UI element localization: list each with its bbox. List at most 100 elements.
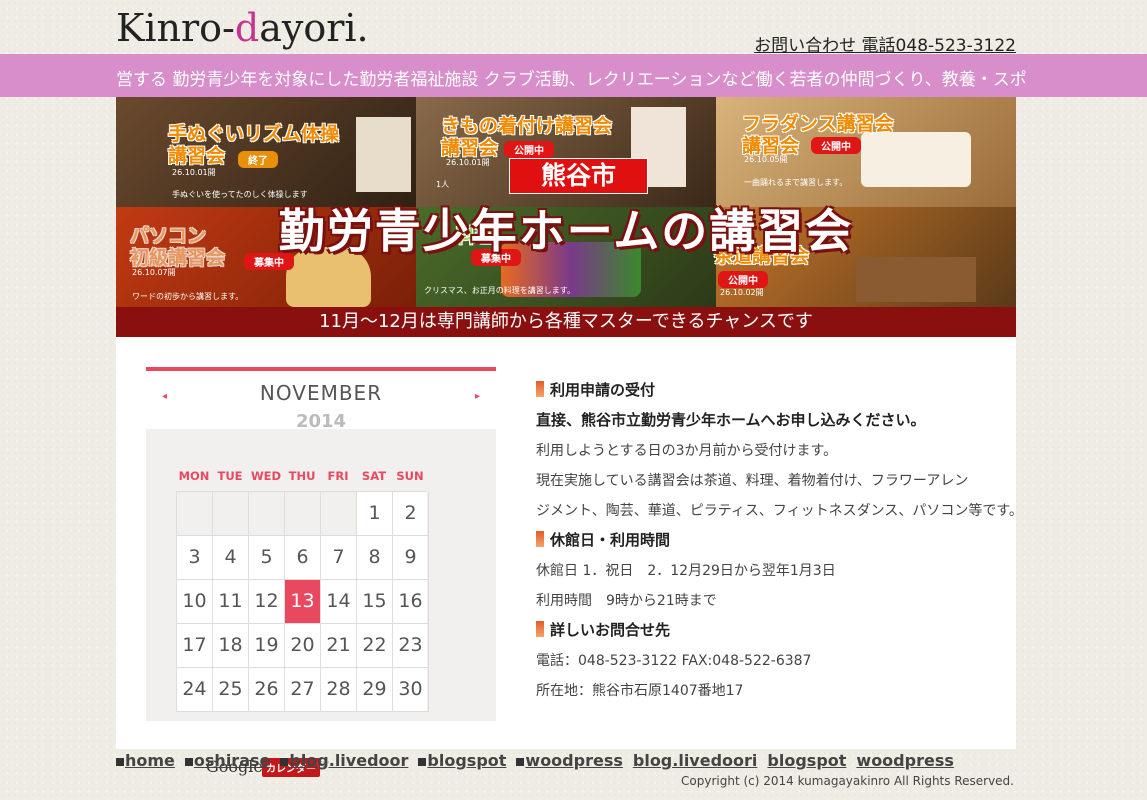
- nav-link-blog-livedoor[interactable]: blog.livedoor: [280, 751, 408, 770]
- status-badge: 公開中: [811, 137, 861, 154]
- info-text: 現在実施している講習会は茶道、料理、着物着付け、フラワーアレン: [536, 473, 969, 489]
- nav-link-label: oshirase: [193, 751, 271, 770]
- calendar-day-cell[interactable]: 28: [321, 668, 357, 712]
- contact-phone-link[interactable]: お問い合わせ 電話048-523-3122: [754, 31, 1016, 56]
- info-text: 利用しようとする日の3か月前から受付けます。: [536, 443, 838, 459]
- info-text: 直接、熊谷市立勤労青少年ホームへお申し込みください。: [536, 411, 926, 429]
- logo-text-accent: d: [234, 6, 260, 50]
- calendar-day-cell[interactable]: 19: [249, 624, 285, 668]
- weekday-label: SAT: [361, 469, 387, 483]
- marquee-text: 営する 勤労青少年を対象にした勤労者福祉施設 クラブ活動、レクリエーションなど働…: [116, 70, 1027, 90]
- logo-text-1: Kinro-: [116, 6, 235, 50]
- photo-hula: [861, 132, 971, 187]
- info-text: 利用時間 9時から21時まで: [536, 593, 717, 609]
- weekday-label: TUE: [217, 469, 243, 483]
- marquee-bar: 営する 勤労青少年を対象にした勤労者福祉施設 クラブ活動、レクリエーションなど働…: [0, 54, 1147, 97]
- weekday-label: THU: [288, 469, 316, 483]
- weekday-row: MON TUE WED THU FRI SAT SUN: [176, 469, 428, 485]
- calendar-day-cell[interactable]: 6: [285, 536, 321, 580]
- info-text: 休館日 1．祝日 2．12月29日から翌年1月3日: [536, 563, 836, 579]
- site-logo[interactable]: Kinro-dayori.: [116, 6, 369, 50]
- banner-panel-title: フラダンス講習会: [742, 113, 894, 135]
- main-content: ◂ NOVEMBER ▸ 2014 MON TUE WED THU FRI SA…: [116, 337, 1023, 777]
- calendar-day-cell[interactable]: 5: [249, 536, 285, 580]
- calendar-day-cell[interactable]: 17: [177, 624, 213, 668]
- calendar-day-cell[interactable]: 16: [393, 580, 429, 624]
- footer-nav: home oshirase blog.livedoor blogspot woodpre…: [116, 751, 964, 770]
- next-month-icon[interactable]: ▸: [475, 391, 480, 402]
- banner-note: 一曲踊れるまで講習します。: [744, 178, 848, 187]
- nav-link-label: home: [125, 751, 175, 770]
- calendar-day-cell[interactable]: 3: [177, 536, 213, 580]
- banner-panel-title: 講習会: [168, 145, 226, 167]
- banner-note: 1人: [436, 180, 450, 189]
- calendar-year: 2014: [295, 411, 347, 432]
- tea-room-image: [856, 257, 976, 302]
- hero-banner[interactable]: 手ぬぐいリズム体操 講習会 終了 26.10.01開 手ぬぐいを使ってたのしく体…: [116, 97, 1016, 337]
- copyright: Copyright (c) 2014 kumagayakinro All Rig…: [681, 774, 1014, 788]
- calendar-day-cell[interactable]: 24: [177, 668, 213, 712]
- nav-link-blog-livedoori[interactable]: blog.livedoori: [633, 751, 758, 770]
- photo-instructor: [356, 117, 411, 192]
- nav-link-label: blogspot: [767, 751, 847, 770]
- nav-link-label: blog.livedoori: [632, 751, 758, 770]
- info-text: 電話：048-523-3122 FAX:048-522-6387: [536, 653, 812, 669]
- banner-panel-title: きもの着付け講習会: [441, 115, 613, 137]
- bullet-square-icon: [184, 757, 193, 766]
- banner-note: ワードの初歩から講習します。: [132, 292, 244, 301]
- calendar-day-cell[interactable]: 1: [357, 492, 393, 536]
- calendar-day-cell[interactable]: 25: [213, 668, 249, 712]
- calendar-day-cell[interactable]: 15: [357, 580, 393, 624]
- calendar-today-cell[interactable]: 13: [285, 580, 321, 624]
- nav-link-label: woodpress: [856, 751, 954, 770]
- status-badge: 終了: [238, 151, 278, 168]
- calendar-day-cell[interactable]: 23: [393, 624, 429, 668]
- nav-link-blogspot[interactable]: blogspot: [418, 751, 506, 770]
- calendar-day-cell[interactable]: 29: [357, 668, 393, 712]
- nav-link-blogspot[interactable]: blogspot: [767, 751, 846, 770]
- calendar-grid: 1 2 3 4 5 6 7 8 9 10 11 12 13 14 15 16 17 18 19 20 21 22 23 24 2…: [176, 491, 429, 712]
- calendar-day-cell[interactable]: 4: [213, 536, 249, 580]
- calendar-day-cell[interactable]: 26: [249, 668, 285, 712]
- nav-link-woodpress[interactable]: woodpress: [856, 751, 953, 770]
- calendar-empty-cell: [285, 492, 321, 536]
- calendar-day-cell[interactable]: 27: [285, 668, 321, 712]
- weekday-label: WED: [250, 469, 282, 483]
- banner-panel-title: 講習会: [441, 137, 499, 159]
- calendar-day-cell[interactable]: 8: [357, 536, 393, 580]
- weekday-label: SUN: [396, 469, 424, 483]
- calendar-empty-cell: [177, 492, 213, 536]
- calendar-day-cell[interactable]: 18: [213, 624, 249, 668]
- calendar-day-cell[interactable]: 14: [321, 580, 357, 624]
- banner-date: 26.10.05開: [744, 155, 788, 164]
- section-heading: 利用申請の受付: [536, 379, 655, 400]
- calendar-header: ◂ NOVEMBER ▸ 2014: [146, 371, 496, 432]
- calendar-day-cell[interactable]: 20: [285, 624, 321, 668]
- banner-subtitle: 11月～12月は専門講師から各種マスターできるチャンスです: [116, 307, 1016, 337]
- nav-link-woodpress[interactable]: woodpress: [516, 751, 623, 770]
- info-text: 所在地：熊谷市石原1407番地17: [536, 683, 744, 699]
- nav-link-oshirase[interactable]: oshirase: [184, 751, 271, 770]
- weekday-label: MON: [178, 469, 210, 483]
- calendar-day-cell[interactable]: 7: [321, 536, 357, 580]
- calendar-widget: ◂ NOVEMBER ▸ 2014 MON TUE WED THU FRI SA…: [146, 367, 496, 777]
- calendar-day-cell[interactable]: 21: [321, 624, 357, 668]
- banner-date: 26.10.07開: [132, 268, 176, 277]
- city-label: 熊谷市: [509, 158, 648, 194]
- calendar-day-cell[interactable]: 11: [213, 580, 249, 624]
- banner-panel-title: 手ぬぐいリズム体操: [168, 123, 340, 145]
- calendar-day-cell[interactable]: 2: [393, 492, 429, 536]
- calendar-day-cell[interactable]: 10: [177, 580, 213, 624]
- calendar-day-cell[interactable]: 30: [393, 668, 429, 712]
- bullet-square-icon: [280, 757, 289, 766]
- calendar-day-cell[interactable]: 22: [357, 624, 393, 668]
- status-badge: 公開中: [504, 141, 554, 158]
- bullet-square-icon: [116, 757, 124, 766]
- section-heading: 休館日・利用時間: [536, 529, 670, 550]
- calendar-month: NOVEMBER: [259, 381, 383, 405]
- calendar-day-cell[interactable]: 9: [393, 536, 429, 580]
- calendar-empty-cell: [321, 492, 357, 536]
- nav-link-home[interactable]: home: [116, 751, 175, 770]
- calendar-day-cell[interactable]: 12: [249, 580, 285, 624]
- bullet-square-icon: [516, 757, 525, 766]
